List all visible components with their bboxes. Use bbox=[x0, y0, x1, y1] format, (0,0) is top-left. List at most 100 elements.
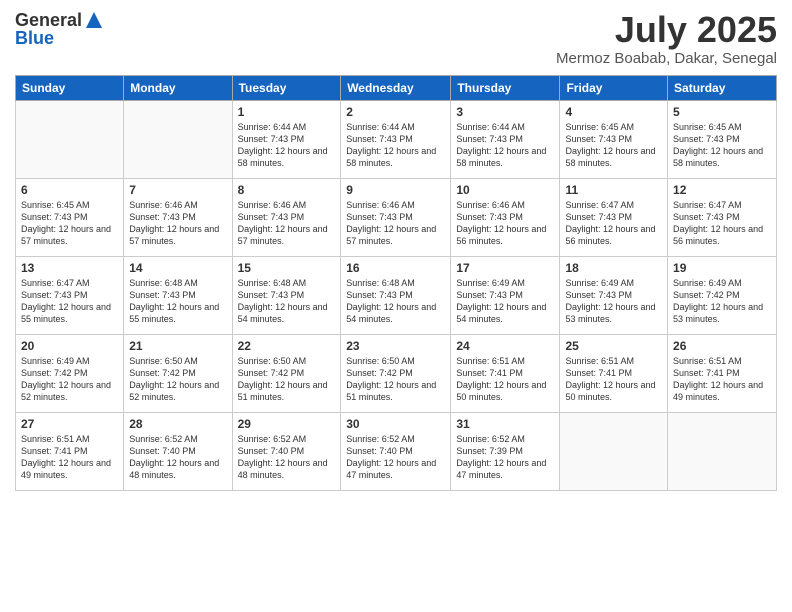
day-number: 18 bbox=[565, 261, 662, 275]
calendar-cell: 2 Sunrise: 6:44 AM Sunset: 7:43 PM Daylig… bbox=[341, 100, 451, 178]
day-info: Sunrise: 6:51 AM Sunset: 7:41 PM Dayligh… bbox=[673, 355, 771, 404]
col-tuesday: Tuesday bbox=[232, 75, 341, 100]
day-number: 20 bbox=[21, 339, 118, 353]
day-number: 4 bbox=[565, 105, 662, 119]
calendar-week-row: 13Sunrise: 6:47 AM Sunset: 7:43 PM Dayli… bbox=[16, 256, 777, 334]
calendar-cell bbox=[560, 412, 668, 490]
calendar-week-row: 27 Sunrise: 6:51 AM Sunset: 7:41 PM Dayli… bbox=[16, 412, 777, 490]
day-info: Sunrise: 6:50 AM Sunset: 7:42 PM Dayligh… bbox=[346, 355, 445, 404]
day-info: Sunrise: 6:49 AM Sunset: 7:42 PM Dayligh… bbox=[673, 277, 771, 326]
calendar-cell: 22 Sunrise: 6:50 AM Sunset: 7:42 PM Dayli… bbox=[232, 334, 341, 412]
day-number: 23 bbox=[346, 339, 445, 353]
col-saturday: Saturday bbox=[668, 75, 777, 100]
day-number: 17 bbox=[456, 261, 554, 275]
day-number: 9 bbox=[346, 183, 445, 197]
day-info: Sunrise: 6:46 AM Sunset: 7:43 PM Dayligh… bbox=[346, 199, 445, 248]
calendar-cell: 19 Sunrise: 6:49 AM Sunset: 7:42 PM Dayli… bbox=[668, 256, 777, 334]
day-number: 30 bbox=[346, 417, 445, 431]
calendar-cell: 6 Sunrise: 6:45 AM Sunset: 7:43 PM Daylig… bbox=[16, 178, 124, 256]
col-sunday: Sunday bbox=[16, 75, 124, 100]
month-title: July 2025 bbox=[556, 10, 777, 50]
day-number: 28 bbox=[129, 417, 226, 431]
calendar-week-row: 6 Sunrise: 6:45 AM Sunset: 7:43 PM Daylig… bbox=[16, 178, 777, 256]
calendar-cell: 26 Sunrise: 6:51 AM Sunset: 7:41 PM Dayli… bbox=[668, 334, 777, 412]
calendar-cell: 4 Sunrise: 6:45 AM Sunset: 7:43 PM Daylig… bbox=[560, 100, 668, 178]
location-title: Mermoz Boabab, Dakar, Senegal bbox=[556, 50, 777, 67]
day-info: Sunrise: 6:52 AM Sunset: 7:39 PM Dayligh… bbox=[456, 433, 554, 482]
day-info: Sunrise: 6:50 AM Sunset: 7:42 PM Dayligh… bbox=[129, 355, 226, 404]
day-number: 14 bbox=[129, 261, 226, 275]
calendar-cell: 1Sunrise: 6:44 AM Sunset: 7:43 PM Daylig… bbox=[232, 100, 341, 178]
day-info: Sunrise: 6:45 AM Sunset: 7:43 PM Dayligh… bbox=[565, 121, 662, 170]
day-info: Sunrise: 6:51 AM Sunset: 7:41 PM Dayligh… bbox=[21, 433, 118, 482]
col-thursday: Thursday bbox=[451, 75, 560, 100]
calendar-cell: 23 Sunrise: 6:50 AM Sunset: 7:42 PM Dayli… bbox=[341, 334, 451, 412]
calendar-cell: 5 Sunrise: 6:45 AM Sunset: 7:43 PM Daylig… bbox=[668, 100, 777, 178]
calendar-week-row: 20 Sunrise: 6:49 AM Sunset: 7:42 PM Dayli… bbox=[16, 334, 777, 412]
calendar-cell bbox=[124, 100, 232, 178]
page-header: General Blue July 2025 Mermoz Boabab, Da… bbox=[15, 10, 777, 67]
calendar-cell: 15Sunrise: 6:48 AM Sunset: 7:43 PM Dayli… bbox=[232, 256, 341, 334]
day-number: 19 bbox=[673, 261, 771, 275]
day-info: Sunrise: 6:47 AM Sunset: 7:43 PM Dayligh… bbox=[21, 277, 118, 326]
day-info: Sunrise: 6:45 AM Sunset: 7:43 PM Dayligh… bbox=[673, 121, 771, 170]
day-number: 5 bbox=[673, 105, 771, 119]
calendar-cell bbox=[668, 412, 777, 490]
calendar-cell: 20 Sunrise: 6:49 AM Sunset: 7:42 PM Dayli… bbox=[16, 334, 124, 412]
calendar-cell: 16Sunrise: 6:48 AM Sunset: 7:43 PM Dayli… bbox=[341, 256, 451, 334]
day-number: 7 bbox=[129, 183, 226, 197]
calendar-header-row: Sunday Monday Tuesday Wednesday Thursday… bbox=[16, 75, 777, 100]
title-section: July 2025 Mermoz Boabab, Dakar, Senegal bbox=[556, 10, 777, 67]
calendar-cell: 28Sunrise: 6:52 AM Sunset: 7:40 PM Dayli… bbox=[124, 412, 232, 490]
calendar-cell: 24Sunrise: 6:51 AM Sunset: 7:41 PM Dayli… bbox=[451, 334, 560, 412]
day-number: 29 bbox=[238, 417, 336, 431]
day-info: Sunrise: 6:49 AM Sunset: 7:43 PM Dayligh… bbox=[565, 277, 662, 326]
day-info: Sunrise: 6:44 AM Sunset: 7:43 PM Dayligh… bbox=[238, 121, 336, 170]
day-number: 6 bbox=[21, 183, 118, 197]
col-friday: Friday bbox=[560, 75, 668, 100]
day-number: 21 bbox=[129, 339, 226, 353]
day-info: Sunrise: 6:44 AM Sunset: 7:43 PM Dayligh… bbox=[346, 121, 445, 170]
logo-icon bbox=[84, 10, 104, 30]
day-number: 8 bbox=[238, 183, 336, 197]
col-wednesday: Wednesday bbox=[341, 75, 451, 100]
calendar-table: Sunday Monday Tuesday Wednesday Thursday… bbox=[15, 75, 777, 491]
day-info: Sunrise: 6:47 AM Sunset: 7:43 PM Dayligh… bbox=[565, 199, 662, 248]
calendar-cell: 9 Sunrise: 6:46 AM Sunset: 7:43 PM Daylig… bbox=[341, 178, 451, 256]
calendar-cell: 30Sunrise: 6:52 AM Sunset: 7:40 PM Dayli… bbox=[341, 412, 451, 490]
day-info: Sunrise: 6:46 AM Sunset: 7:43 PM Dayligh… bbox=[238, 199, 336, 248]
day-info: Sunrise: 6:51 AM Sunset: 7:41 PM Dayligh… bbox=[565, 355, 662, 404]
day-info: Sunrise: 6:48 AM Sunset: 7:43 PM Dayligh… bbox=[346, 277, 445, 326]
logo-blue: Blue bbox=[15, 28, 104, 49]
calendar-cell: 21 Sunrise: 6:50 AM Sunset: 7:42 PM Dayli… bbox=[124, 334, 232, 412]
day-info: Sunrise: 6:48 AM Sunset: 7:43 PM Dayligh… bbox=[129, 277, 226, 326]
day-info: Sunrise: 6:47 AM Sunset: 7:43 PM Dayligh… bbox=[673, 199, 771, 248]
day-info: Sunrise: 6:46 AM Sunset: 7:43 PM Dayligh… bbox=[456, 199, 554, 248]
day-info: Sunrise: 6:50 AM Sunset: 7:42 PM Dayligh… bbox=[238, 355, 336, 404]
calendar-cell: 13Sunrise: 6:47 AM Sunset: 7:43 PM Dayli… bbox=[16, 256, 124, 334]
day-info: Sunrise: 6:46 AM Sunset: 7:43 PM Dayligh… bbox=[129, 199, 226, 248]
calendar-cell: 10 Sunrise: 6:46 AM Sunset: 7:43 PM Dayli… bbox=[451, 178, 560, 256]
day-number: 27 bbox=[21, 417, 118, 431]
day-number: 26 bbox=[673, 339, 771, 353]
day-number: 2 bbox=[346, 105, 445, 119]
day-number: 3 bbox=[456, 105, 554, 119]
day-number: 10 bbox=[456, 183, 554, 197]
calendar-cell: 8 Sunrise: 6:46 AM Sunset: 7:43 PM Daylig… bbox=[232, 178, 341, 256]
day-number: 15 bbox=[238, 261, 336, 275]
day-number: 22 bbox=[238, 339, 336, 353]
calendar-cell: 7 Sunrise: 6:46 AM Sunset: 7:43 PM Daylig… bbox=[124, 178, 232, 256]
calendar-cell: 29Sunrise: 6:52 AM Sunset: 7:40 PM Dayli… bbox=[232, 412, 341, 490]
day-info: Sunrise: 6:49 AM Sunset: 7:43 PM Dayligh… bbox=[456, 277, 554, 326]
day-number: 24 bbox=[456, 339, 554, 353]
calendar-cell: 31Sunrise: 6:52 AM Sunset: 7:39 PM Dayli… bbox=[451, 412, 560, 490]
col-monday: Monday bbox=[124, 75, 232, 100]
calendar-cell: 17 Sunrise: 6:49 AM Sunset: 7:43 PM Dayli… bbox=[451, 256, 560, 334]
day-info: Sunrise: 6:45 AM Sunset: 7:43 PM Dayligh… bbox=[21, 199, 118, 248]
calendar-cell: 11Sunrise: 6:47 AM Sunset: 7:43 PM Dayli… bbox=[560, 178, 668, 256]
day-info: Sunrise: 6:44 AM Sunset: 7:43 PM Dayligh… bbox=[456, 121, 554, 170]
day-number: 12 bbox=[673, 183, 771, 197]
day-info: Sunrise: 6:49 AM Sunset: 7:42 PM Dayligh… bbox=[21, 355, 118, 404]
calendar-cell: 14 Sunrise: 6:48 AM Sunset: 7:43 PM Dayli… bbox=[124, 256, 232, 334]
calendar-week-row: 1Sunrise: 6:44 AM Sunset: 7:43 PM Daylig… bbox=[16, 100, 777, 178]
